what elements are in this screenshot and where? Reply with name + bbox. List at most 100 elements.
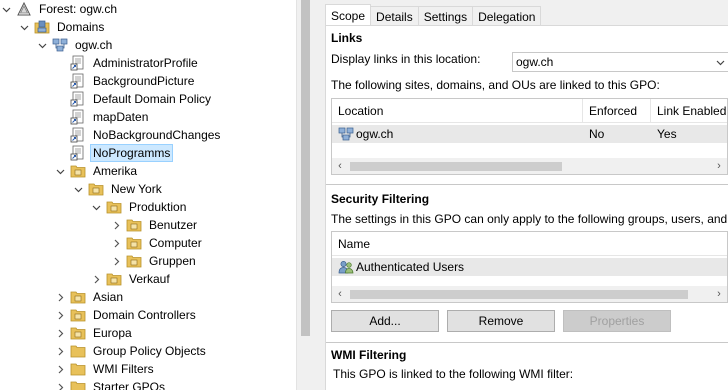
tree-label: Forest: ogw.ch (39, 2, 118, 16)
ou-folder-icon (126, 217, 142, 233)
tree-label: Computer (149, 236, 202, 250)
ou-folder-icon (106, 199, 122, 215)
chevron-down-icon[interactable] (54, 162, 66, 180)
chevron-right-icon[interactable] (54, 288, 66, 306)
chevron-right-icon[interactable] (54, 360, 66, 378)
tree-label: Benutzer (149, 218, 198, 232)
tree-node-domain-ogw[interactable]: ogw.ch (36, 36, 115, 54)
tree-node-gpo-link-selected[interactable]: NoProgramms (70, 144, 174, 162)
tree-label: AdministratorProfile (93, 56, 198, 70)
scroll-left-icon[interactable]: ‹ (335, 289, 345, 300)
tree-node-ou-benutzer[interactable]: Benutzer (110, 216, 200, 234)
chevron-right-icon[interactable] (90, 270, 102, 288)
chevron-right-icon[interactable] (110, 252, 122, 270)
location-dropdown-value: ogw.ch (516, 55, 554, 69)
chevron-right-icon[interactable] (110, 216, 122, 234)
ou-folder-icon (126, 253, 142, 269)
tab-scope[interactable]: Scope (325, 4, 372, 26)
chevron-down-icon[interactable] (72, 180, 84, 198)
users-group-icon (338, 259, 354, 275)
location-value: ogw.ch (356, 127, 394, 141)
scroll-left-icon[interactable]: ‹ (335, 161, 345, 172)
tree-node-domains[interactable]: Domains (18, 18, 107, 36)
tab-settings[interactable]: Settings (417, 6, 474, 26)
column-header-enforced[interactable]: Enforced (583, 99, 651, 123)
ou-folder-icon (106, 271, 122, 287)
security-filtering-description: The settings in this GPO can only apply … (331, 212, 728, 226)
security-filtering-title: Security Filtering (331, 192, 430, 206)
location-dropdown[interactable]: ogw.ch (512, 52, 728, 72)
column-header-link-enabled[interactable]: Link Enabled (651, 99, 727, 123)
chevron-right-icon[interactable] (54, 324, 66, 342)
column-header-name[interactable]: Name (332, 232, 727, 256)
location-cell: ogw.ch (338, 125, 393, 143)
tree-node-domain-controllers[interactable]: Domain Controllers (54, 306, 199, 324)
properties-button[interactable]: Properties (563, 310, 671, 332)
tree-node-ou-verkauf[interactable]: Verkauf (90, 270, 173, 288)
chevron-down-icon[interactable] (90, 198, 102, 216)
tree-node-gpo-link[interactable]: BackgroundPicture (70, 72, 197, 90)
tree-label: Europa (93, 326, 132, 340)
scroll-right-icon[interactable]: › (714, 161, 724, 172)
table-row[interactable]: Authenticated Users (332, 258, 727, 276)
security-filtering-listview[interactable]: Name Authenticated Users ‹ › (331, 231, 728, 303)
links-listview[interactable]: Location Enforced Link Enabled ogw.ch No… (331, 98, 728, 175)
tree-node-gpo-link[interactable]: NoBackgroundChanges (70, 126, 223, 144)
tree-node-wmi-filters[interactable]: WMI Filters (54, 360, 157, 378)
tree-node-starter-gpos[interactable]: Starter GPOs (54, 378, 168, 390)
ou-folder-icon (70, 289, 86, 305)
table-row[interactable]: ogw.ch No Yes (332, 125, 727, 143)
gpo-link-icon (70, 73, 86, 89)
tree-node-ou-asian[interactable]: Asian (54, 288, 126, 306)
tree-node-ou-newyork[interactable]: New York (72, 180, 165, 198)
tree-label: Group Policy Objects (93, 344, 206, 358)
chevron-down-icon[interactable] (18, 18, 30, 36)
tree-node-forest[interactable]: Forest: ogw.ch (0, 0, 120, 18)
links-listview-header: Location Enforced Link Enabled (332, 99, 727, 123)
tree-node-ou-produktion[interactable]: Produktion (90, 198, 189, 216)
tree-node-ou-europa[interactable]: Europa (54, 324, 135, 342)
tab-delegation[interactable]: Delegation (472, 6, 542, 26)
gpo-link-icon (70, 109, 86, 125)
tree-label: Amerika (93, 164, 138, 178)
links-horizontal-scrollbar[interactable]: ‹ › (332, 158, 727, 174)
scrollbar-thumb[interactable] (301, 0, 310, 336)
tree-node-ou-amerika[interactable]: Amerika (54, 162, 140, 180)
tree-label: Domain Controllers (93, 308, 196, 322)
security-horizontal-scrollbar[interactable]: ‹ › (332, 286, 727, 302)
tree-label: Default Domain Policy (93, 92, 212, 106)
tree-node-group-policy-objects[interactable]: Group Policy Objects (54, 342, 209, 360)
section-divider (326, 342, 728, 343)
scrollbar-thumb[interactable] (350, 162, 562, 171)
tree-label: WMI Filters (93, 362, 154, 376)
tree-node-gpo-link[interactable]: AdministratorProfile (70, 54, 201, 72)
tree-node-ou-computer[interactable]: Computer (110, 234, 205, 252)
gpmc-tree: Forest: ogw.ch Domains ogw.ch Administra… (0, 0, 296, 390)
scroll-right-icon[interactable]: › (714, 289, 724, 300)
section-divider (326, 184, 728, 185)
add-button[interactable]: Add... (331, 310, 439, 332)
ou-folder-icon (70, 325, 86, 341)
tree-label: mapDaten (93, 110, 149, 124)
display-links-label: Display links in this location: (331, 52, 481, 66)
name-cell: Authenticated Users (338, 258, 464, 276)
remove-button[interactable]: Remove (447, 310, 555, 332)
column-header-location[interactable]: Location (332, 99, 583, 123)
tab-details[interactable]: Details (370, 6, 419, 26)
chevron-right-icon[interactable] (54, 378, 66, 390)
tree-node-ou-gruppen[interactable]: Gruppen (110, 252, 199, 270)
ou-folder-icon (88, 181, 104, 197)
chevron-down-icon[interactable] (0, 0, 12, 18)
chevron-right-icon[interactable] (110, 234, 122, 252)
chevron-right-icon[interactable] (54, 306, 66, 324)
tree-label: Domains (57, 20, 105, 34)
tree-node-gpo-link[interactable]: Default Domain Policy (70, 90, 214, 108)
tree-label: Gruppen (149, 254, 196, 268)
ou-folder-icon (70, 163, 86, 179)
ou-folder-icon (70, 307, 86, 323)
chevron-down-icon[interactable] (36, 36, 48, 54)
tree-vertical-scrollbar[interactable] (296, 0, 313, 390)
tree-node-gpo-link[interactable]: mapDaten (70, 108, 151, 126)
chevron-right-icon[interactable] (54, 342, 66, 360)
scrollbar-thumb[interactable] (350, 290, 688, 299)
